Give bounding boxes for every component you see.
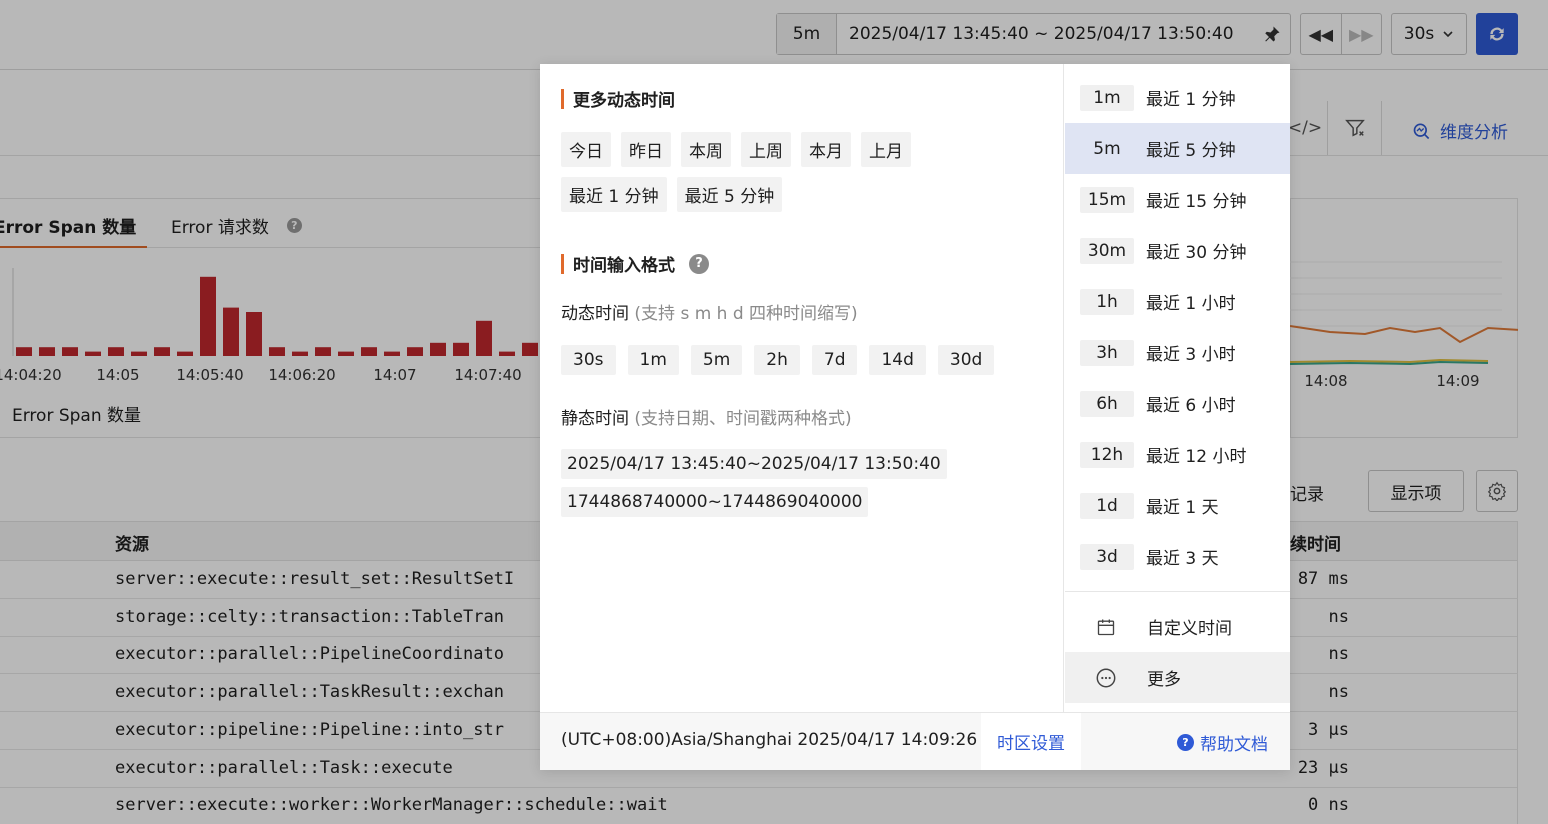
more-label: 更多 — [1147, 670, 1181, 690]
time-chip[interactable]: 上月 — [861, 132, 911, 167]
quick-range-list: 自定义时间 更多 1m 最近 1 分钟 5m 最近 5 分钟 15m 最近 15 分钟 30… — [1065, 64, 1290, 712]
more-dynamic-chips: 今日 昨日 本周 上周 本月 上月最近 1 分钟 最近 5 分钟 — [561, 132, 981, 212]
time-chip[interactable]: 7d — [811, 345, 858, 375]
quick-range-label: 最近 1 小时 — [1146, 294, 1236, 314]
help-icon[interactable]: ? — [689, 253, 709, 274]
time-chip[interactable]: 最近 5 分钟 — [676, 177, 783, 212]
more-option[interactable]: 更多 — [1065, 652, 1290, 703]
quick-range-label: 最近 5 分钟 — [1146, 141, 1236, 161]
quick-range-code: 1d — [1080, 492, 1134, 519]
quick-range-label: 最近 15 分钟 — [1146, 192, 1247, 212]
time-chip[interactable]: 最近 1 分钟 — [561, 177, 667, 212]
custom-time-option[interactable]: 自定义时间 — [1065, 601, 1290, 652]
time-chip[interactable]: 14d — [869, 345, 926, 375]
static-format-examples: 2025/04/17 13:45:40~2025/04/17 13:50:40 1… — [561, 449, 947, 517]
custom-time-label: 自定义时间 — [1147, 619, 1232, 639]
quick-range-item[interactable]: 1d 最近 1 天 — [1065, 480, 1290, 531]
quick-range-code: 5m — [1080, 135, 1134, 162]
quick-range-item[interactable]: 1m 最近 1 分钟 — [1065, 72, 1290, 123]
page: 5m 2025/04/17 13:45:40 ~ 2025/04/17 13:5… — [0, 0, 1548, 824]
popup-left-panel: 更多动态时间 今日 昨日 本周 上周 本月 上月最近 1 分钟 最近 5 分钟 时间输入格式… — [540, 64, 1064, 712]
static-time-label: 静态时间 (支持日期、时间戳两种格式) — [561, 404, 852, 429]
quick-range-code: 30m — [1080, 237, 1134, 264]
time-chip[interactable]: 30s — [561, 345, 616, 375]
quick-range-label: 最近 3 天 — [1146, 549, 1219, 569]
quick-range-item[interactable]: 12h 最近 12 小时 — [1065, 429, 1290, 480]
timezone-settings-link[interactable]: 时区设置 — [981, 713, 1081, 770]
dynamic-hint-text: (支持 s m h d 四种时间缩写) — [634, 304, 858, 324]
time-picker-popup: 更多动态时间 今日 昨日 本周 上周 本月 上月 最近 1 分钟 最近 5 分钟 时间输入格式… — [540, 64, 1290, 770]
quick-range-label: 最近 3 小时 — [1146, 345, 1236, 365]
quick-range-label: 最近 1 天 — [1146, 498, 1219, 518]
popup-footer: (UTC+08:00)Asia/Shanghai 2025/04/17 14:0… — [540, 712, 1290, 770]
calendar-icon — [1095, 616, 1117, 638]
time-chip[interactable]: 本月 — [801, 132, 851, 167]
time-chip[interactable]: 30d — [937, 345, 995, 375]
format-title-text: 时间输入格式 — [573, 256, 675, 276]
quick-range-item[interactable]: 3h 最近 3 小时 — [1065, 327, 1290, 378]
quick-range-item[interactable]: 5m 最近 5 分钟 — [1065, 123, 1290, 174]
help-docs-label: 帮助文档 — [1200, 735, 1268, 755]
help-docs-link[interactable]: ? 帮助文档 — [1177, 730, 1268, 755]
quick-range-code: 3h — [1080, 339, 1134, 366]
quick-range-code: 3d — [1080, 543, 1134, 570]
quick-range-label: 最近 6 小时 — [1146, 396, 1236, 416]
divider — [1065, 591, 1290, 592]
time-chip[interactable]: 2h — [754, 345, 800, 375]
time-chip[interactable]: 1m — [627, 345, 679, 375]
time-chip[interactable]: 本周 — [681, 132, 731, 167]
dynamic-time-label: 动态时间 (支持 s m h d 四种时间缩写) — [561, 299, 858, 324]
quick-range-code: 12h — [1080, 441, 1134, 468]
time-chip[interactable]: 5m — [690, 345, 743, 375]
quick-range-item[interactable]: 3d 最近 3 天 — [1065, 531, 1290, 582]
quick-range-label: 最近 1 分钟 — [1146, 90, 1236, 110]
dynamic-label-text: 动态时间 — [561, 304, 629, 324]
format-title: 时间输入格式 ? — [561, 251, 709, 276]
quick-range-code: 6h — [1080, 390, 1134, 417]
quick-range-label: 最近 30 分钟 — [1146, 243, 1247, 263]
static-label-text: 静态时间 — [561, 409, 629, 429]
help-icon: ? — [1177, 734, 1194, 751]
quick-range-item[interactable]: 6h 最近 6 小时 — [1065, 378, 1290, 429]
timezone-text: (UTC+08:00)Asia/Shanghai 2025/04/17 14:0… — [561, 730, 978, 750]
more-dots-icon — [1095, 667, 1117, 689]
time-chip[interactable]: 2025/04/17 13:45:40~2025/04/17 13:50:40 — [561, 449, 947, 479]
time-chip[interactable]: 昨日 — [621, 132, 671, 167]
quick-range-item[interactable]: 30m 最近 30 分钟 — [1065, 225, 1290, 276]
quick-range-label: 最近 12 小时 — [1146, 447, 1247, 467]
static-hint-text: (支持日期、时间戳两种格式) — [634, 409, 852, 429]
quick-range-item[interactable]: 15m 最近 15 分钟 — [1065, 174, 1290, 225]
quick-range-code: 1m — [1080, 84, 1134, 111]
dynamic-format-chips: 30s 1m 5m 2h 7d 14d 30d — [561, 345, 995, 375]
quick-range-code: 1h — [1080, 288, 1134, 315]
quick-range-item[interactable]: 1h 最近 1 小时 — [1065, 276, 1290, 327]
more-dynamic-title: 更多动态时间 — [561, 86, 675, 111]
quick-range-code: 15m — [1080, 186, 1134, 213]
time-chip[interactable]: 今日 — [561, 132, 611, 167]
time-chip[interactable]: 1744868740000~1744869040000 — [561, 487, 869, 517]
more-dynamic-title-text: 更多动态时间 — [573, 91, 675, 111]
time-chip[interactable]: 上周 — [741, 132, 791, 167]
